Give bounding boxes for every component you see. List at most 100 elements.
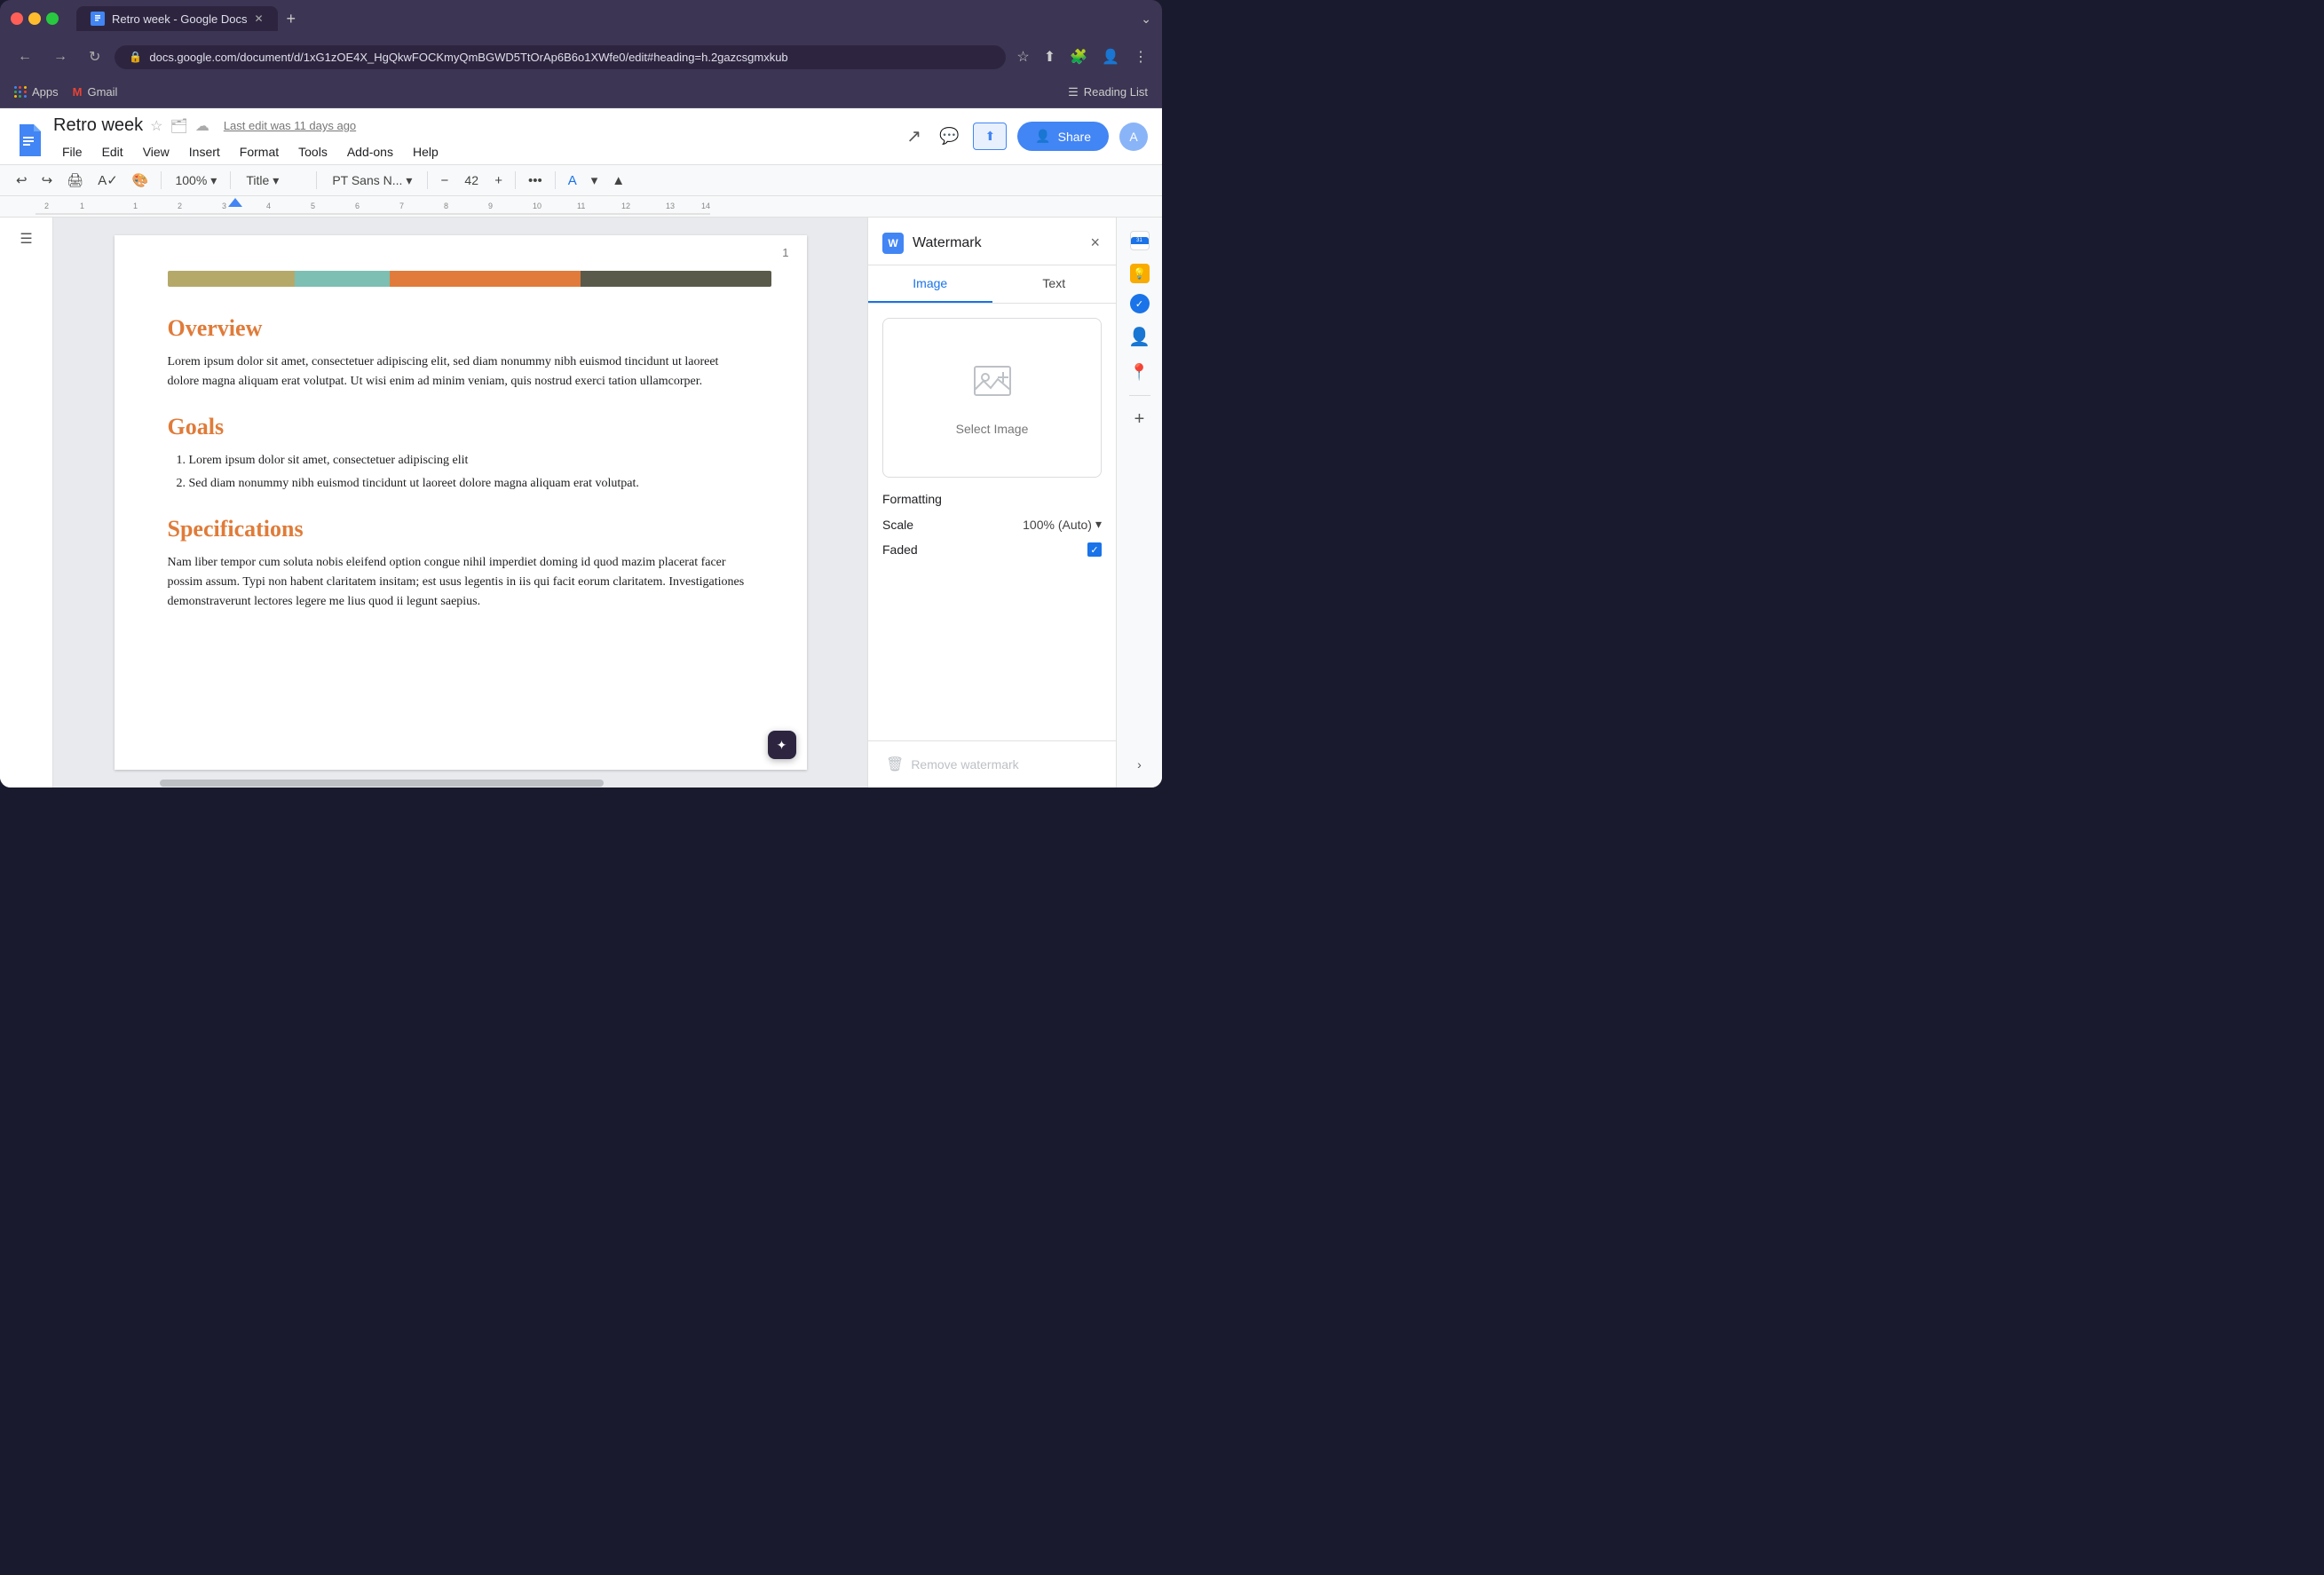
font-value: PT Sans N... xyxy=(332,173,402,187)
paint-format-button[interactable]: 🎨 xyxy=(127,169,154,192)
faded-checkbox[interactable]: ✓ xyxy=(1087,542,1102,557)
goals-list: Lorem ipsum dolor sit amet, consectetuer… xyxy=(168,451,754,495)
doc-content-area[interactable]: 1 Overview Lorem ipsum dolor sit amet, c… xyxy=(53,218,867,788)
menu-help[interactable]: Help xyxy=(404,139,447,164)
watermark-tab-image[interactable]: Image xyxy=(868,265,992,303)
page-number: 1 xyxy=(782,246,788,259)
share-label: Share xyxy=(1058,130,1091,144)
lock-icon: 🔒 xyxy=(129,51,142,63)
highlight-color-button[interactable]: A xyxy=(563,170,582,192)
gmail-label: Gmail xyxy=(87,85,117,99)
star-icon[interactable]: ☆ xyxy=(150,117,162,135)
active-tab[interactable]: Retro week - Google Docs ✕ xyxy=(76,6,278,31)
trending-icon[interactable]: ↗ xyxy=(903,122,925,151)
reading-list-button[interactable]: ☰ Reading List xyxy=(1068,85,1148,99)
share-button[interactable]: 👤 Share xyxy=(1017,122,1109,151)
refresh-button[interactable]: ↻ xyxy=(82,44,107,69)
profile-avatar-button[interactable]: 👤 xyxy=(1098,44,1123,69)
horizontal-scroll-thumb[interactable] xyxy=(160,780,604,787)
menu-addons[interactable]: Add-ons xyxy=(338,139,402,164)
menu-tools[interactable]: Tools xyxy=(289,139,336,164)
tab-chevron-icon[interactable]: ⌄ xyxy=(1141,12,1151,27)
google-tasks-icon[interactable]: ✓ xyxy=(1130,294,1150,313)
print-button[interactable]: 🖨 xyxy=(61,169,89,192)
menu-view[interactable]: View xyxy=(134,139,178,164)
font-size-value[interactable]: 42 xyxy=(455,170,487,191)
screen-cast-button[interactable]: ⬆ xyxy=(1040,44,1059,69)
remove-watermark-button[interactable]: 🗑 Remove watermark xyxy=(882,752,1102,777)
spell-check-button[interactable]: A✓ xyxy=(92,169,123,192)
calendar-widget: 31 xyxy=(1130,231,1150,250)
undo-button[interactable]: ↩ xyxy=(11,169,33,192)
cloud-icon[interactable]: ☁ xyxy=(195,117,209,135)
font-selector[interactable]: PT Sans N... ▾ xyxy=(324,170,420,192)
google-keep-icon[interactable]: 💡 xyxy=(1130,264,1150,283)
style-selector[interactable]: Title ▾ xyxy=(238,170,309,192)
extensions-button[interactable]: 🧩 xyxy=(1066,44,1091,69)
menu-format[interactable]: Format xyxy=(231,139,288,164)
menu-edit[interactable]: Edit xyxy=(93,139,132,164)
redo-button[interactable]: ↪ xyxy=(36,169,59,192)
more-toolbar-options[interactable]: ••• xyxy=(523,170,548,192)
user-avatar[interactable]: A xyxy=(1119,123,1148,151)
save-to-drive-button[interactable]: ⬆ xyxy=(973,123,1007,150)
doc-page: 1 Overview Lorem ipsum dolor sit amet, c… xyxy=(115,235,807,770)
apps-grid-icon xyxy=(14,86,27,99)
forward-button[interactable]: → xyxy=(46,45,75,68)
contacts-icon-label: 👤 xyxy=(1128,326,1150,348)
expand-toolbar-button[interactable]: ▲ xyxy=(606,170,630,192)
back-button[interactable]: ← xyxy=(11,45,39,68)
add-addon-button[interactable]: + xyxy=(1124,403,1156,435)
checkbox-check-icon: ✓ xyxy=(1090,544,1098,556)
tab-close-button[interactable]: ✕ xyxy=(254,12,263,25)
google-right-sidebar: 31 💡 ✓ 👤 📍 xyxy=(1116,218,1162,788)
maximize-traffic-light[interactable] xyxy=(46,12,59,25)
minimize-traffic-light[interactable] xyxy=(28,12,41,25)
font-size-increase-button[interactable]: + xyxy=(489,170,508,192)
watermark-tab-text[interactable]: Text xyxy=(992,265,1117,303)
horizontal-scrollbar[interactable] xyxy=(107,779,867,788)
url-text: docs.google.com/document/d/1xG1zOE4X_HgQ… xyxy=(149,51,992,64)
svg-text:9: 9 xyxy=(488,202,493,210)
new-tab-button[interactable]: + xyxy=(280,10,304,28)
bookmark-apps[interactable]: Apps xyxy=(14,85,59,99)
last-edit-text[interactable]: Last edit was 11 days ago xyxy=(224,119,356,132)
watermark-footer: 🗑 Remove watermark xyxy=(868,740,1116,788)
scale-value-text: 100% (Auto) xyxy=(1023,518,1092,532)
font-size-decrease-button[interactable]: − xyxy=(435,170,454,192)
docs-logo xyxy=(14,123,43,158)
collapse-sidebar-button[interactable]: › xyxy=(1124,748,1156,780)
reading-list-icon: ☰ xyxy=(1068,85,1079,99)
goals-item-2: Sed diam nonummy nibh euismod tincidunt … xyxy=(189,474,754,494)
font-size-control: − 42 + xyxy=(435,170,508,192)
goals-item-1: Lorem ipsum dolor sit amet, consectetuer… xyxy=(189,451,754,471)
bookmark-gmail[interactable]: M Gmail xyxy=(73,85,118,99)
svg-text:12: 12 xyxy=(621,202,630,210)
toolbar-caret-button[interactable]: ▾ xyxy=(586,169,604,192)
zoom-selector[interactable]: 100% ▾ xyxy=(169,170,223,192)
docs-header: Retro week ☆ 🗂 ☁ Last edit was 11 days a… xyxy=(0,108,1162,165)
menu-file[interactable]: File xyxy=(53,139,91,164)
save-icon: ⬆ xyxy=(984,129,995,144)
zoom-dropdown-icon: ▾ xyxy=(210,173,217,188)
color-bar xyxy=(168,271,771,287)
style-value: Title xyxy=(246,173,269,187)
tasks-icon-label: ✓ xyxy=(1135,298,1143,310)
google-calendar-icon[interactable]: 31 xyxy=(1124,225,1156,257)
more-menu-button[interactable]: ⋮ xyxy=(1130,44,1151,69)
scale-selector[interactable]: 100% (Auto) ▾ xyxy=(1023,517,1102,532)
google-maps-icon[interactable]: 📍 xyxy=(1124,356,1156,388)
bookmark-star-button[interactable]: ☆ xyxy=(1013,44,1032,69)
outline-icon[interactable]: ☰ xyxy=(12,225,41,253)
google-contacts-icon[interactable]: 👤 xyxy=(1124,321,1156,352)
address-bar[interactable]: 🔒 docs.google.com/document/d/1xG1zOE4X_H… xyxy=(115,45,1006,69)
svg-text:10: 10 xyxy=(533,202,541,210)
close-traffic-light[interactable] xyxy=(11,12,23,25)
menu-insert[interactable]: Insert xyxy=(180,139,229,164)
ai-assist-button[interactable]: ✦ xyxy=(768,731,796,759)
comment-icon[interactable]: 💬 xyxy=(936,123,962,149)
watermark-close-button[interactable]: × xyxy=(1088,232,1102,254)
toolbar-separator-2 xyxy=(230,171,231,189)
image-upload-area[interactable]: Select Image xyxy=(882,318,1102,478)
folder-icon[interactable]: 🗂 xyxy=(170,117,188,135)
